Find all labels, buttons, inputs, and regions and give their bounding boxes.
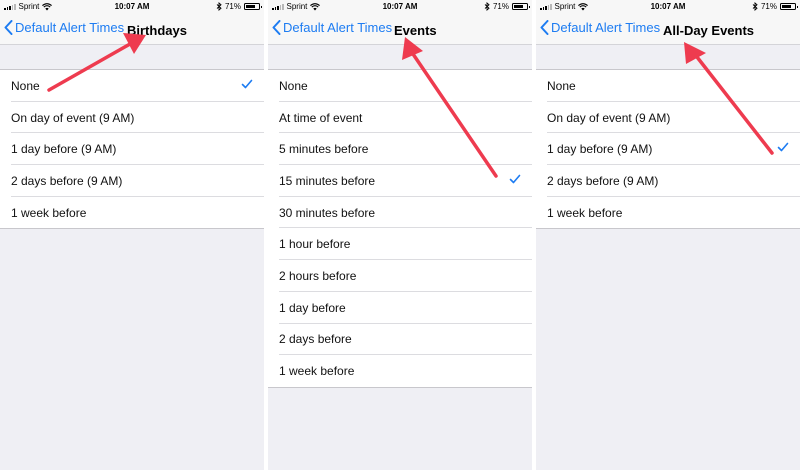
alert-option-row[interactable]: 1 week before: [268, 355, 532, 387]
bluetooth-icon: [216, 2, 222, 11]
alert-options-list: None At time of event 5 minutes before 15 m…: [268, 69, 532, 388]
back-button[interactable]: Default Alert Times: [540, 20, 660, 35]
alert-option-row[interactable]: 2 days before: [268, 324, 532, 356]
alert-option-row[interactable]: 2 days before (9 AM): [0, 165, 264, 197]
navigation-bar: Default Alert Times Birthdays: [0, 14, 264, 45]
alert-option-row-selected[interactable]: 1 day before (9 AM): [536, 133, 800, 165]
page-title: Events: [394, 23, 437, 38]
alert-option-label: 2 days before (9 AM): [547, 173, 659, 188]
status-bar: Sprint 10:07 AM 71%: [536, 0, 800, 14]
battery-icon: [780, 3, 798, 10]
alert-option-row[interactable]: 1 week before: [0, 197, 264, 229]
battery-percent: 71%: [224, 2, 241, 11]
alert-option-row[interactable]: On day of event (9 AM): [536, 102, 800, 134]
battery-percent: 71%: [492, 2, 509, 11]
checkmark-icon: [777, 143, 789, 152]
page-title: Birthdays: [127, 23, 187, 38]
back-button[interactable]: Default Alert Times: [4, 20, 124, 35]
back-chevron-icon: [540, 20, 549, 35]
page-title: All-Day Events: [663, 23, 755, 38]
alert-options-list: None On day of event (9 AM) 1 day before (…: [0, 69, 264, 230]
alert-option-label: On day of event (9 AM): [547, 110, 671, 125]
alert-option-row-selected[interactable]: None: [0, 70, 264, 102]
back-button-label: Default Alert Times: [283, 20, 393, 35]
alert-option-label: 30 minutes before: [279, 205, 376, 220]
back-chevron-icon: [272, 20, 281, 35]
bluetooth-icon: [484, 2, 490, 11]
back-button-label: Default Alert Times: [15, 20, 125, 35]
alert-option-label: 5 minutes before: [279, 142, 369, 157]
alert-option-row[interactable]: 1 day before: [268, 292, 532, 324]
alert-option-row[interactable]: 2 hours before: [268, 260, 532, 292]
back-button[interactable]: Default Alert Times: [272, 20, 392, 35]
alert-option-label: 1 week before: [279, 364, 355, 379]
status-bar: Sprint 10:07 AM 71%: [268, 0, 532, 14]
alert-option-row[interactable]: 1 day before (9 AM): [0, 133, 264, 165]
alert-option-label: 2 hours before: [279, 268, 357, 283]
alert-option-row[interactable]: 1 hour before: [268, 228, 532, 260]
alert-option-label: 1 hour before: [279, 237, 351, 252]
navigation-bar: Default Alert Times All-Day Events: [536, 14, 800, 45]
navigation-bar: Default Alert Times Events: [268, 14, 532, 45]
alert-option-label: 1 day before: [279, 300, 346, 315]
checkmark-icon: [509, 174, 521, 184]
alert-option-row[interactable]: 2 days before (9 AM): [536, 165, 800, 197]
events-screen: Sprint 10:07 AM 71% Default Alert Times …: [268, 0, 532, 470]
alert-option-label: 2 days before (9 AM): [11, 173, 123, 188]
alert-option-row[interactable]: None: [536, 70, 800, 102]
alert-option-row[interactable]: On day of event (9 AM): [0, 102, 264, 134]
alert-option-row-selected[interactable]: 15 minutes before: [268, 165, 532, 197]
alert-option-label: At time of event: [279, 110, 363, 125]
alert-option-label: None: [11, 78, 40, 93]
alert-option-label: None: [547, 78, 576, 93]
checkmark-icon: [241, 79, 253, 89]
bluetooth-icon: [752, 2, 758, 11]
back-chevron-icon: [4, 20, 13, 35]
back-button-label: Default Alert Times: [551, 20, 661, 35]
status-bar: Sprint 10:07 AM 71%: [0, 0, 264, 14]
battery-icon: [512, 3, 530, 10]
alert-options-list: None On day of event (9 AM) 1 day before (…: [536, 69, 800, 230]
alert-option-label: 1 day before (9 AM): [11, 142, 117, 157]
alert-option-label: None: [279, 78, 308, 93]
alert-option-row[interactable]: 5 minutes before: [268, 133, 532, 165]
alert-option-label: 1 week before: [547, 205, 623, 220]
all-day-events-screen: Sprint 10:07 AM 71% Default Alert Times …: [536, 0, 800, 470]
alert-option-row[interactable]: At time of event: [268, 102, 532, 134]
alert-option-label: 2 days before: [279, 332, 352, 347]
battery-icon: [244, 3, 262, 10]
battery-percent: 71%: [760, 2, 777, 11]
alert-option-row[interactable]: None: [268, 70, 532, 102]
alert-option-row[interactable]: 1 week before: [536, 197, 800, 229]
alert-option-label: On day of event (9 AM): [11, 110, 135, 125]
birthdays-screen: Sprint 10:07 AM 71% Default Alert Times …: [0, 0, 264, 470]
alert-option-label: 15 minutes before: [279, 173, 376, 188]
alert-option-row[interactable]: 30 minutes before: [268, 197, 532, 229]
alert-option-label: 1 week before: [11, 205, 87, 220]
alert-option-label: 1 day before (9 AM): [547, 142, 653, 157]
